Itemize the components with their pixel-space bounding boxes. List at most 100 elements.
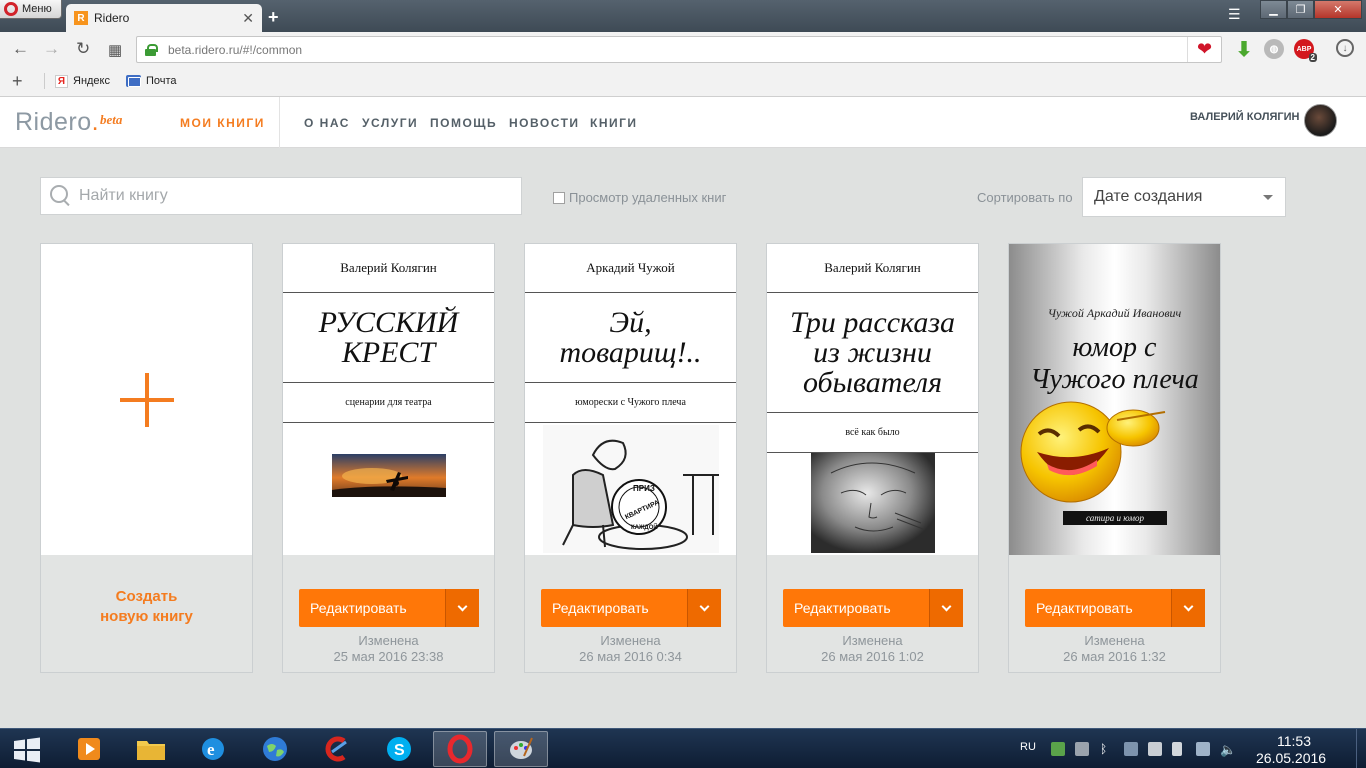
user-name[interactable]: ВАЛЕРИЙ КОЛЯГИН: [1190, 111, 1299, 123]
deleted-books-checkbox[interactable]: [553, 191, 565, 204]
cover-image: [283, 423, 494, 497]
url-field[interactable]: beta.ridero.ru/#!/common ❤: [136, 36, 1222, 63]
plus-icon: [119, 372, 174, 427]
avatar[interactable]: [1304, 104, 1337, 137]
opera-taskbar-icon[interactable]: [433, 731, 487, 767]
downloads-icon[interactable]: ↓: [1336, 39, 1354, 57]
tab-menu-icon[interactable]: ☰: [1228, 6, 1241, 23]
tray-security-icon[interactable]: [1075, 742, 1089, 756]
ccleaner-icon[interactable]: [310, 731, 364, 767]
sort-label: Сортировать по: [977, 190, 1073, 205]
book-title: Три рассказа из жизни обывателя: [767, 293, 978, 413]
bluetooth-icon[interactable]: ᛒ: [1100, 742, 1114, 756]
cartoon-sketch-image: ПРИЗ КВАРТИРА КАЖДОЙ: [542, 425, 719, 553]
illustration-text: КАЖДОЙ: [631, 523, 658, 531]
chevron-down-icon: [1183, 601, 1194, 611]
book-cover[interactable]: Чужой Аркадий Иванович юмор с Чужого пле…: [1009, 244, 1220, 555]
speed-dial-grid-icon[interactable]: ▦: [108, 41, 122, 59]
site-header: Ridero. beta МОИ КНИГИ О НАС УСЛУГИ ПОМО…: [0, 97, 1366, 148]
tray-monitor-icon[interactable]: [1148, 742, 1162, 756]
tray-app-icon[interactable]: [1051, 742, 1065, 756]
file-explorer-icon[interactable]: [124, 731, 178, 767]
nav-about[interactable]: О НАС: [304, 116, 350, 130]
globe-icon[interactable]: ◍: [1264, 39, 1284, 59]
create-book-cover[interactable]: [41, 244, 252, 555]
nav-services[interactable]: УСЛУГИ: [362, 116, 418, 130]
logo-dot: .: [91, 108, 100, 136]
create-line-1: Создать: [115, 588, 178, 605]
ridero-logo[interactable]: Ridero.: [15, 108, 99, 137]
book-cover[interactable]: Валерий Колягин РУССКИЙ КРЕСТ сценарии д…: [283, 244, 494, 555]
laughing-smiley-icon: [1020, 401, 1166, 503]
clock-date[interactable]: 26.05.2016: [1256, 750, 1326, 766]
edit-dropdown-button[interactable]: [1171, 589, 1205, 627]
nav-my-books[interactable]: МОИ КНИГИ: [180, 116, 265, 130]
edit-button[interactable]: Редактировать: [541, 589, 721, 627]
svg-text:e: e: [207, 740, 215, 759]
window-close-button[interactable]: ✕: [1314, 0, 1362, 19]
adblock-icon[interactable]: ABP 2: [1294, 39, 1317, 62]
create-line-2: новую книгу: [100, 608, 193, 625]
windows-start-icon[interactable]: [6, 735, 48, 765]
edit-button[interactable]: Редактировать: [783, 589, 963, 627]
back-arrow-icon[interactable]: ←: [12, 39, 29, 59]
input-language[interactable]: RU: [1020, 741, 1036, 753]
clock-time[interactable]: 11:53: [1277, 733, 1311, 749]
add-bookmark-icon[interactable]: +: [12, 71, 38, 92]
paint-app-icon[interactable]: [494, 731, 548, 767]
browser-tab[interactable]: R Ridero ✕: [66, 4, 262, 32]
nav-news[interactable]: НОВОСТИ: [509, 116, 580, 130]
chevron-down-icon: [941, 601, 952, 611]
show-desktop-button[interactable]: [1356, 729, 1366, 768]
window-maximize-button[interactable]: ❐: [1287, 0, 1314, 19]
reload-icon[interactable]: ↻: [76, 39, 90, 59]
book-cover[interactable]: Аркадий Чужой Эй, товарищ!.. юморески с …: [525, 244, 736, 555]
create-book-card[interactable]: Создать новую книгу: [40, 243, 253, 673]
media-player-icon[interactable]: [62, 731, 116, 767]
changed-date: 26 мая 2016 1:02: [821, 649, 924, 664]
book-cover[interactable]: Валерий Колягин Три рассказа из жизни об…: [767, 244, 978, 555]
tray-device-icon[interactable]: [1124, 742, 1138, 756]
volume-icon[interactable]: 🔈: [1220, 742, 1236, 757]
changed-info: Изменена 26 мая 2016 0:34: [525, 633, 736, 665]
forward-arrow-icon[interactable]: →: [43, 39, 60, 59]
bookmark-yandex[interactable]: Я Яндекс: [55, 74, 110, 88]
create-book-label[interactable]: Создать новую книгу: [41, 587, 252, 627]
heart-icon[interactable]: ❤: [1187, 37, 1221, 62]
yandex-icon: Я: [55, 74, 68, 88]
edit-dropdown-button[interactable]: [445, 589, 479, 627]
globe-app-icon[interactable]: [248, 731, 302, 767]
edit-button[interactable]: Редактировать: [1025, 589, 1205, 627]
edit-dropdown-button[interactable]: [687, 589, 721, 627]
changed-info: Изменена 25 мая 2016 23:38: [283, 633, 494, 665]
bookmark-mail[interactable]: Почта: [126, 75, 177, 87]
tab-close-icon[interactable]: ✕: [242, 10, 254, 27]
edit-button-label: Редактировать: [794, 600, 891, 616]
download-arrow-icon[interactable]: ⬇: [1234, 39, 1254, 61]
internet-explorer-icon[interactable]: e: [186, 731, 240, 767]
search-box: [40, 177, 522, 215]
tray-usb-icon[interactable]: [1172, 742, 1182, 756]
window-minimize-button[interactable]: ▁: [1260, 0, 1287, 19]
edit-button[interactable]: Редактировать: [299, 589, 479, 627]
changed-date: 26 мая 2016 0:34: [579, 649, 682, 664]
adblock-label: ABP: [1296, 45, 1312, 53]
search-input[interactable]: [79, 187, 499, 205]
book-card: Чужой Аркадий Иванович юмор с Чужого пле…: [1008, 243, 1221, 673]
skype-icon[interactable]: S: [372, 731, 426, 767]
new-tab-button[interactable]: +: [268, 7, 279, 28]
network-icon[interactable]: [1196, 742, 1210, 756]
edit-dropdown-button[interactable]: [929, 589, 963, 627]
url-text: beta.ridero.ru/#!/common: [168, 42, 303, 57]
nav-books[interactable]: КНИГИ: [590, 116, 638, 130]
opera-menu-button[interactable]: Меню: [0, 0, 62, 19]
illustration-text: ПРИЗ: [633, 484, 655, 493]
windows-taskbar: e S RU ᛒ 🔈 11:53 26.05.2016: [0, 728, 1366, 768]
book-subtitle: юморески с Чужого плеча: [525, 383, 736, 423]
bookmark-label: Почта: [146, 75, 177, 87]
sort-select[interactable]: Дате создания: [1082, 177, 1286, 217]
nav-help[interactable]: ПОМОЩЬ: [430, 116, 497, 130]
book-subtitle: сатира и юмор: [1063, 511, 1167, 525]
caret-down-icon: [1263, 195, 1273, 200]
deleted-books-toggle[interactable]: Просмотр удаленных книг: [553, 190, 726, 205]
